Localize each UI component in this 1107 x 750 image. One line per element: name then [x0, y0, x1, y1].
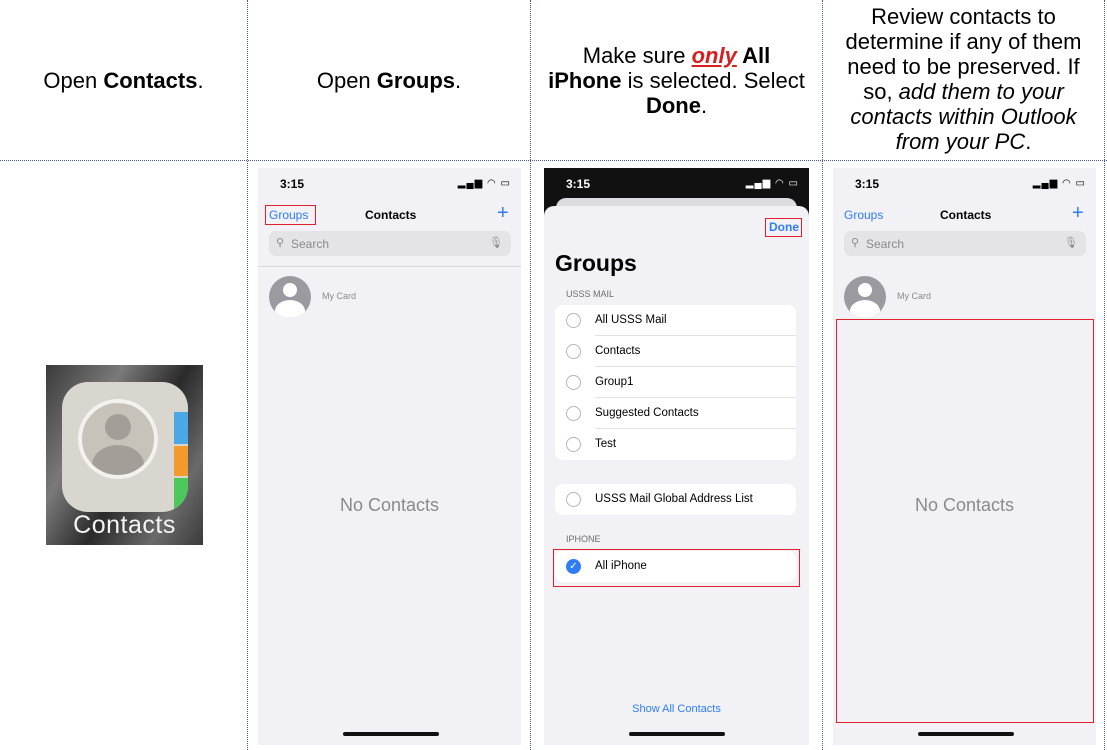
microphone-icon[interactable]: 🎙 [1064, 236, 1078, 249]
step4-instruction: Review contacts to determine if any of t… [845, 4, 1082, 154]
group-row[interactable]: Contacts [555, 336, 796, 367]
app-tile [62, 382, 188, 512]
radio-icon[interactable] [566, 375, 581, 390]
add-contact-button[interactable]: + [1072, 202, 1084, 225]
page-title: Groups [555, 250, 637, 276]
radio-icon[interactable] [566, 406, 581, 421]
status-icons: ▂▄▆ ◠ ▭ [745, 178, 799, 189]
column-divider [1104, 0, 1105, 750]
nav-title: Contacts [940, 208, 992, 222]
search-placeholder: Search [866, 237, 905, 251]
contacts-screen: 3:15 ▂▄▆ ◠ ▭ Groups Contacts + ⚲ Search … [258, 168, 521, 745]
group-row[interactable]: Test [555, 429, 796, 460]
group-label: All USSS Mail [595, 314, 667, 326]
radio-icon[interactable] [566, 313, 581, 328]
highlight-box [553, 549, 800, 587]
status-time: 3:15 [855, 177, 880, 191]
highlight-box [265, 205, 316, 225]
search-input[interactable]: ⚲ Search 🎙 [844, 231, 1086, 256]
step3-instruction: Make sure only All iPhone is selected. S… [548, 42, 805, 118]
radio-icon[interactable] [566, 492, 581, 507]
contacts-app-icon[interactable]: Contacts [46, 365, 203, 545]
empty-state: No Contacts [914, 495, 1015, 515]
step2-instruction: Open Groups. [316, 67, 462, 93]
highlight-box [765, 218, 802, 237]
avatar-icon[interactable] [269, 276, 311, 318]
search-icon: ⚲ [276, 237, 285, 249]
group-row[interactable]: Group1 [555, 367, 796, 398]
search-placeholder: Search [291, 237, 330, 251]
home-indicator[interactable] [343, 732, 439, 736]
radio-icon[interactable] [566, 344, 581, 359]
radio-icon[interactable] [566, 437, 581, 452]
status-icons: ▂▄▆ ◠ ▭ [1032, 178, 1086, 189]
highlight-box [836, 319, 1094, 723]
avatar-icon[interactable] [844, 276, 886, 318]
person-icon [78, 399, 158, 479]
home-indicator[interactable] [629, 732, 725, 736]
tab-green [174, 478, 188, 512]
step1-instruction: Open Contacts. [43, 67, 204, 93]
empty-state: No Contacts [339, 495, 440, 515]
app-icon-label: Contacts [73, 511, 176, 539]
group-label: USSS Mail Global Address List [595, 493, 753, 505]
show-all-contacts-link[interactable]: Show All Contacts [544, 703, 809, 715]
group-row[interactable]: Suggested Contacts [555, 398, 796, 429]
groups-screen: 3:15 ▂▄▆ ◠ ▭ Done Groups USSS MAIL All U… [544, 168, 809, 745]
groups-sheet [544, 206, 809, 745]
tab-orange [174, 446, 188, 476]
my-card-label[interactable]: My Card [897, 291, 931, 301]
group-label: Group1 [595, 376, 634, 388]
section-label-iphone: IPHONE [566, 534, 601, 544]
group-label: Suggested Contacts [595, 407, 699, 419]
microphone-icon[interactable]: 🎙 [489, 236, 503, 249]
search-icon: ⚲ [851, 237, 860, 249]
status-time: 3:15 [566, 177, 591, 191]
group-row[interactable]: All USSS Mail [555, 305, 796, 336]
contacts-screen-review: 3:15 ▂▄▆ ◠ ▭ Groups Contacts + ⚲ Search … [833, 168, 1096, 745]
row-divider [0, 160, 1107, 161]
home-indicator[interactable] [918, 732, 1014, 736]
group-label: Contacts [595, 345, 641, 357]
tab-blue [174, 412, 188, 444]
my-card-label[interactable]: My Card [322, 291, 356, 301]
search-input[interactable]: ⚲ Search 🎙 [269, 231, 511, 256]
status-time: 3:15 [280, 177, 305, 191]
global-address-list: USSS Mail Global Address List [555, 484, 796, 515]
usss-group-list: All USSS Mail Contacts Group1 Suggested … [555, 305, 796, 460]
group-label: Test [595, 438, 617, 450]
separator [258, 266, 521, 267]
nav-title: Contacts [365, 208, 417, 222]
group-row[interactable]: USSS Mail Global Address List [555, 484, 796, 515]
section-label-usss: USSS MAIL [566, 289, 615, 299]
groups-button[interactable]: Groups [844, 208, 883, 222]
add-contact-button[interactable]: + [497, 202, 509, 225]
status-icons: ▂▄▆ ◠ ▭ [457, 178, 511, 189]
